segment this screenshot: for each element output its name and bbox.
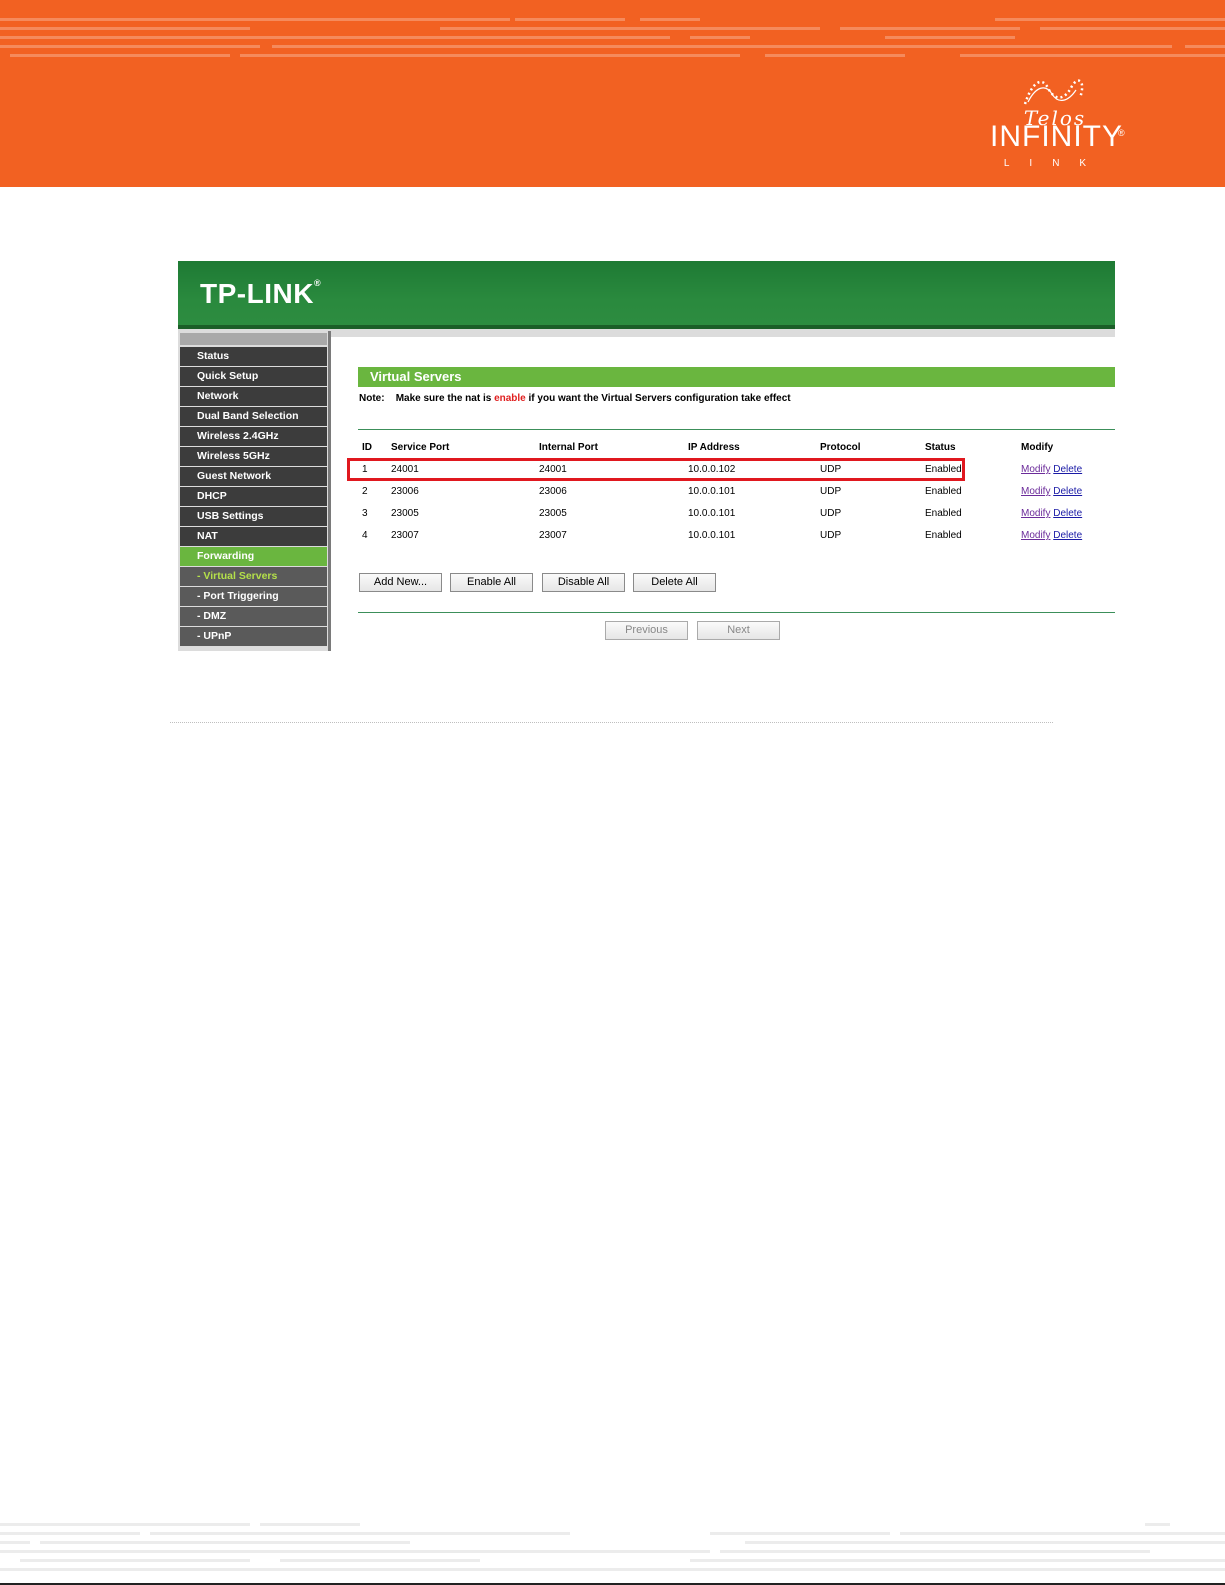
cell-actions: Modify Delete bbox=[1021, 508, 1082, 519]
delete-all-button[interactable]: Delete All bbox=[633, 573, 716, 592]
note-highlight: enable bbox=[494, 393, 526, 404]
router-sidebar: Status Quick Setup Network Dual Band Select… bbox=[178, 331, 331, 651]
cell-ip-address: 10.0.0.101 bbox=[688, 530, 736, 541]
cell-id: 2 bbox=[362, 486, 368, 497]
sidebar-item[interactable]: - DMZ bbox=[180, 607, 327, 626]
cell-actions: Modify Delete bbox=[1021, 486, 1082, 497]
enable-all-button[interactable]: Enable All bbox=[450, 573, 533, 592]
sidebar-nav: Status Quick Setup Network Dual Band Select… bbox=[180, 347, 327, 647]
modify-link[interactable]: Modify bbox=[1021, 464, 1050, 475]
sidebar-item[interactable]: USB Settings bbox=[180, 507, 327, 526]
router-header: TP-LINK® bbox=[178, 261, 1115, 327]
next-button[interactable]: Next bbox=[697, 621, 780, 640]
modify-link[interactable]: Modify bbox=[1021, 508, 1050, 519]
highlight-box bbox=[347, 458, 965, 481]
logo-main: INFINITY bbox=[990, 120, 1123, 153]
infinity-link-logo: Telos INFINITY ® LINK bbox=[990, 72, 1140, 172]
cell-status: Enabled bbox=[925, 530, 962, 541]
sidebar-item[interactable]: Quick Setup bbox=[180, 367, 327, 386]
header-modify: Modify bbox=[1021, 442, 1054, 453]
note-text: Note: Make sure the nat is enable if you… bbox=[359, 393, 791, 404]
sidebar-item[interactable]: Network bbox=[180, 387, 327, 406]
router-content: Virtual Servers Note: Make sure the nat … bbox=[331, 337, 1115, 651]
sidebar-item[interactable]: Forwarding bbox=[180, 547, 327, 566]
cell-actions: Modify Delete bbox=[1021, 530, 1082, 541]
delete-link[interactable]: Delete bbox=[1053, 530, 1082, 541]
header-protocol: Protocol bbox=[820, 442, 861, 453]
header-banner: Telos INFINITY ® LINK bbox=[0, 0, 1225, 187]
cell-id: 3 bbox=[362, 508, 368, 519]
sidebar-item[interactable]: - Virtual Servers bbox=[180, 567, 327, 586]
cell-internal-port: 23005 bbox=[539, 508, 567, 519]
logo-sub: LINK bbox=[1003, 158, 1107, 169]
disable-all-button[interactable]: Disable All bbox=[542, 573, 625, 592]
router-brand: TP-LINK® bbox=[200, 278, 322, 309]
page-title: Virtual Servers bbox=[358, 367, 1115, 387]
cell-actions: Modify Delete bbox=[1021, 464, 1082, 475]
sidebar-item[interactable]: Dual Band Selection bbox=[180, 407, 327, 426]
sidebar-item[interactable]: - Port Triggering bbox=[180, 587, 327, 606]
sidebar-item[interactable]: DHCP bbox=[180, 487, 327, 506]
cell-service-port: 23005 bbox=[391, 508, 419, 519]
header-internal-port: Internal Port bbox=[539, 442, 598, 453]
cell-service-port: 23006 bbox=[391, 486, 419, 497]
delete-link[interactable]: Delete bbox=[1053, 508, 1082, 519]
cell-protocol: UDP bbox=[820, 486, 842, 497]
logo-registered: ® bbox=[1118, 128, 1125, 138]
header-service-port: Service Port bbox=[391, 442, 450, 453]
sidebar-item[interactable]: - UPnP bbox=[180, 627, 327, 646]
sidebar-item[interactable]: Status bbox=[180, 347, 327, 366]
cell-protocol: UDP bbox=[820, 530, 842, 541]
header-status: Status bbox=[925, 442, 956, 453]
cell-service-port: 23007 bbox=[391, 530, 419, 541]
sidebar-item[interactable]: Wireless 2.4GHz bbox=[180, 427, 327, 446]
cell-internal-port: 23006 bbox=[539, 486, 567, 497]
sidebar-item[interactable]: Wireless 5GHz bbox=[180, 447, 327, 466]
delete-link[interactable]: Delete bbox=[1053, 464, 1082, 475]
dotted-divider bbox=[170, 722, 1053, 723]
previous-button[interactable]: Previous bbox=[605, 621, 688, 640]
header-ip-address: IP Address bbox=[688, 442, 740, 453]
cell-internal-port: 23007 bbox=[539, 530, 567, 541]
header-id: ID bbox=[362, 442, 372, 453]
cell-ip-address: 10.0.0.101 bbox=[688, 486, 736, 497]
cell-status: Enabled bbox=[925, 486, 962, 497]
router-screenshot: TP-LINK® Status Quick Setup Network Dual Ba… bbox=[178, 261, 1115, 651]
cell-status: Enabled bbox=[925, 508, 962, 519]
cell-protocol: UDP bbox=[820, 508, 842, 519]
add-new-button[interactable]: Add New... bbox=[359, 573, 442, 592]
footer-decoration bbox=[0, 1515, 1225, 1585]
cell-ip-address: 10.0.0.101 bbox=[688, 508, 736, 519]
delete-link[interactable]: Delete bbox=[1053, 486, 1082, 497]
modify-link[interactable]: Modify bbox=[1021, 530, 1050, 541]
cell-id: 4 bbox=[362, 530, 368, 541]
modify-link[interactable]: Modify bbox=[1021, 486, 1050, 497]
sidebar-item[interactable]: NAT bbox=[180, 527, 327, 546]
sidebar-item[interactable]: Guest Network bbox=[180, 467, 327, 486]
